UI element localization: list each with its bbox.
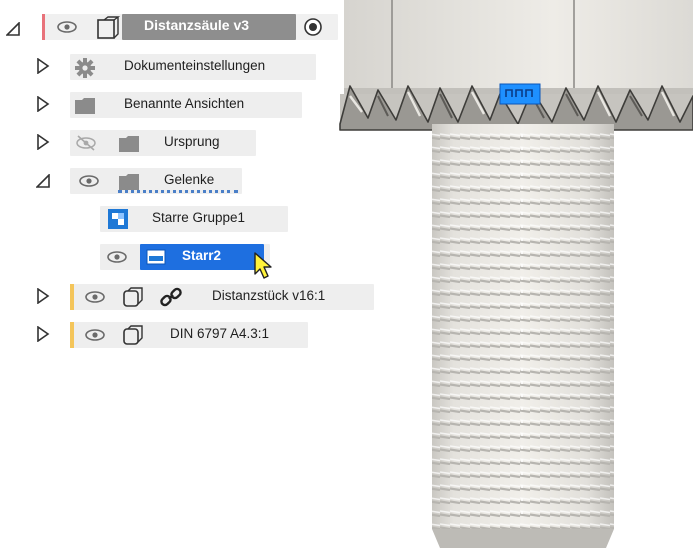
eye-icon[interactable] — [84, 290, 106, 304]
active-component-marker — [42, 14, 45, 40]
tree-item-rigid-group[interactable]: Starre Gruppe1 — [0, 202, 300, 232]
model-viewport[interactable] — [0, 0, 693, 548]
rigid-group-icon — [108, 209, 128, 229]
joint-glyph-icon[interactable] — [499, 83, 541, 105]
mouse-cursor-icon — [254, 252, 272, 279]
folder-icon — [119, 174, 139, 190]
tree-item-label: Distanzstück v16:1 — [212, 288, 326, 303]
collapsed-triangle-icon[interactable] — [36, 326, 50, 342]
eye-icon[interactable] — [78, 174, 100, 188]
eye-hidden-icon[interactable] — [74, 135, 98, 151]
tree-item-named-views[interactable]: Benannte Ansichten — [0, 88, 330, 118]
rigid-joint-icon — [146, 249, 166, 265]
collapsed-triangle-icon[interactable] — [36, 58, 50, 74]
tree-item-label: DIN 6797 A4.3:1 — [170, 326, 270, 341]
activate-radio-icon[interactable] — [302, 16, 324, 38]
link-icon — [160, 287, 182, 307]
tree-item-rigid-joint-selected[interactable]: Starr2 — [0, 240, 300, 279]
tree-item-label: Ursprung — [164, 134, 220, 149]
body-icon — [123, 287, 143, 307]
tree-item-label: Starr2 — [182, 248, 222, 263]
expanded-triangle-icon[interactable] — [6, 22, 20, 36]
collapsed-triangle-icon[interactable] — [36, 288, 50, 304]
eye-icon[interactable] — [56, 20, 78, 34]
tree-item-spacer-component[interactable]: Distanzstück v16:1 — [0, 280, 380, 310]
collapsed-triangle-icon[interactable] — [36, 96, 50, 112]
bolt-shaft — [432, 124, 614, 548]
expanded-triangle-icon[interactable] — [36, 174, 50, 188]
joint-folder-underline — [118, 190, 238, 193]
eye-icon[interactable] — [106, 250, 128, 264]
tree-item-label: Starre Gruppe1 — [152, 210, 246, 225]
tree-item-label: Gelenke — [164, 172, 215, 187]
tree-item-origin[interactable]: Ursprung — [0, 126, 260, 156]
bolt-head — [344, 0, 693, 94]
component-marker — [70, 284, 74, 310]
folder-icon — [119, 136, 139, 152]
tree-item-washer-component[interactable]: DIN 6797 A4.3:1 — [0, 318, 320, 348]
body-icon — [123, 325, 143, 345]
collapsed-triangle-icon[interactable] — [36, 134, 50, 150]
root-component-label: Distanzsäule v3 — [144, 17, 250, 33]
folder-icon — [75, 98, 95, 114]
tree-item-label: Benannte Ansichten — [124, 96, 245, 111]
tree-root-row[interactable]: Distanzsäule v3 — [0, 10, 345, 40]
tree-item-document-settings[interactable]: Dokumenteinstellungen — [0, 50, 330, 80]
tree-item-joints[interactable]: Gelenke — [0, 164, 260, 194]
component-icon — [97, 16, 121, 39]
tree-item-label: Dokumenteinstellungen — [124, 58, 266, 73]
component-marker — [70, 322, 74, 348]
gear-icon — [75, 58, 95, 78]
eye-icon[interactable] — [84, 328, 106, 342]
